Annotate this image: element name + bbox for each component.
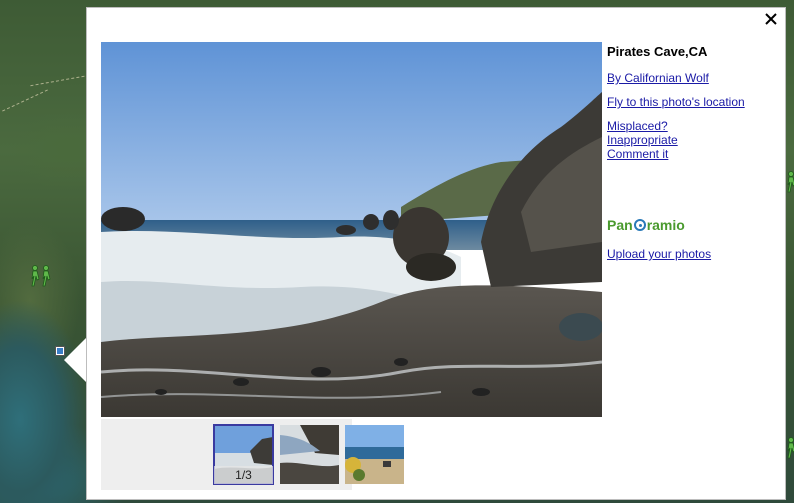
logo-text-pre: Pan [607, 217, 633, 233]
close-icon[interactable] [763, 11, 779, 27]
inappropriate-link[interactable]: Inappropriate [607, 133, 782, 147]
thumbnail-1[interactable]: 1/3 [213, 424, 274, 485]
comment-link[interactable]: Comment it [607, 147, 782, 161]
logo-globe-icon [633, 219, 646, 231]
panoramio-logo: Pan ramio [607, 217, 782, 233]
map-trail [30, 74, 90, 87]
photo-info-panel: Pirates Cave,CA By Californian Wolf Fly … [607, 42, 782, 261]
main-photo[interactable] [101, 42, 602, 417]
map-trail [2, 89, 48, 112]
author-link[interactable]: By Californian Wolf [607, 71, 782, 85]
misplaced-link[interactable]: Misplaced? [607, 119, 782, 133]
upload-photos-link[interactable]: Upload your photos [607, 247, 782, 261]
thumbnail-counter: 1/3 [214, 466, 273, 484]
photo-info-balloon: Pirates Cave,CA By Californian Wolf Fly … [86, 7, 786, 500]
logo-text-post: ramio [646, 217, 685, 233]
thumbnail-3[interactable] [345, 425, 404, 484]
thumbnail-strip: 1/3 [101, 419, 404, 490]
photo-title: Pirates Cave,CA [607, 44, 708, 59]
fly-to-location-link[interactable]: Fly to this photo's location [607, 95, 782, 109]
thumbnail-2[interactable] [280, 425, 339, 484]
balloon-pointer [64, 336, 88, 384]
hiker-icon[interactable] [28, 264, 54, 292]
